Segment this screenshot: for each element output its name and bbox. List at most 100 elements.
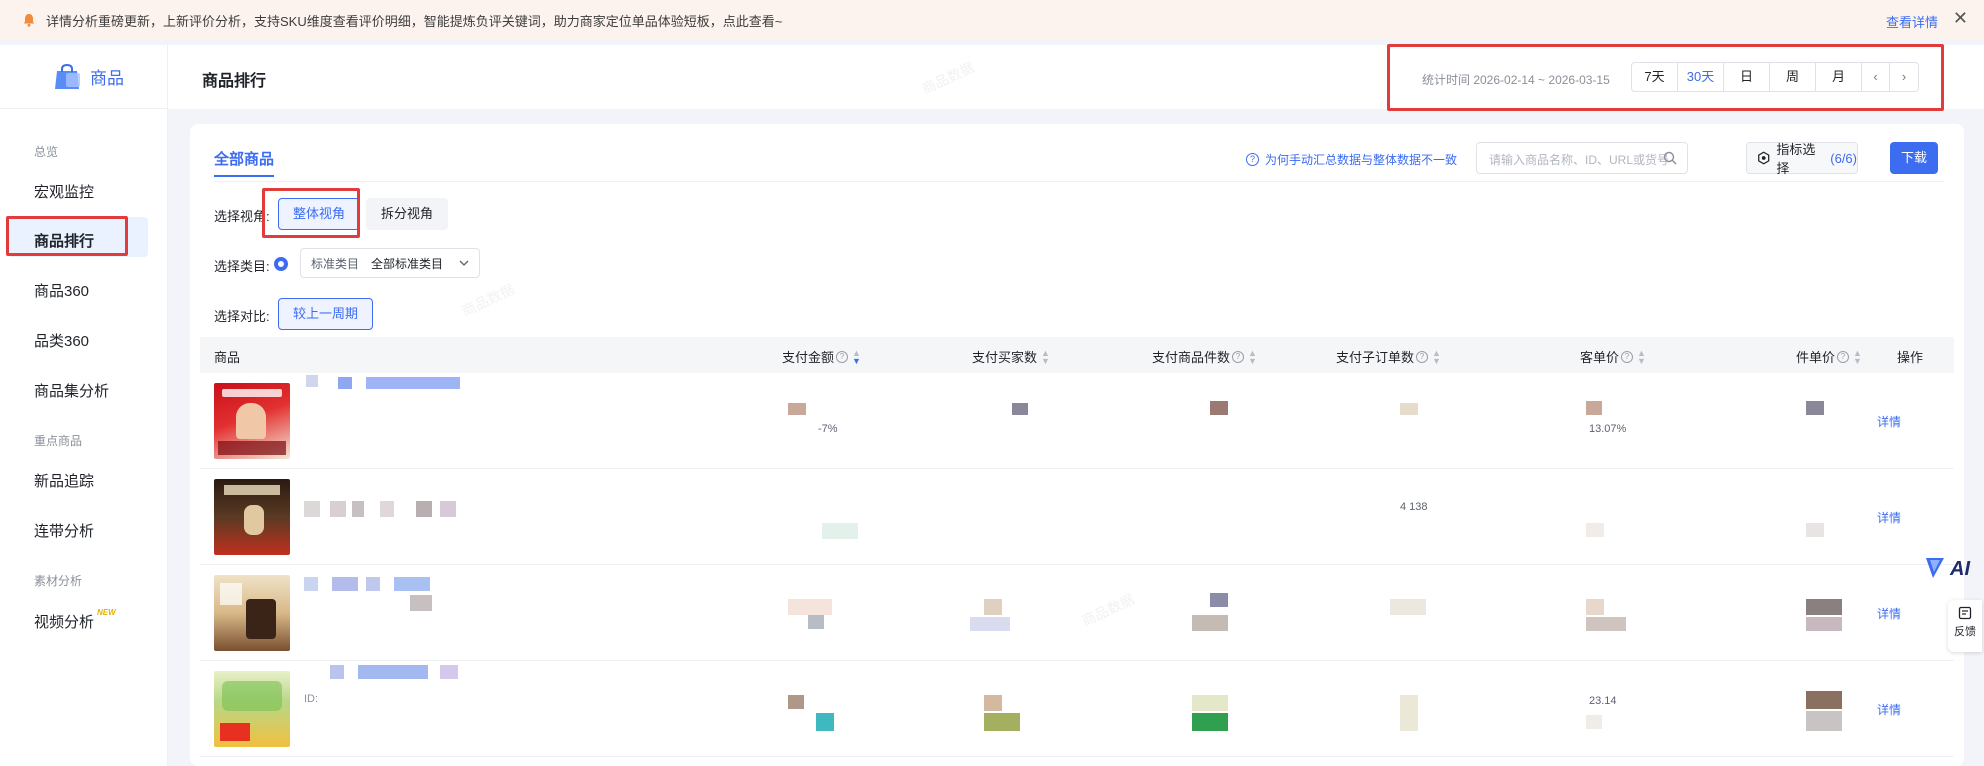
sort-icon: ▲ ▼ xyxy=(852,347,861,366)
sidebar-item-new-product-tracking[interactable]: 新品追踪 xyxy=(34,470,94,491)
nav-group-material: 素材分析 xyxy=(34,574,83,588)
product-thumbnail[interactable] xyxy=(214,383,290,459)
blurred-title xyxy=(380,501,394,517)
blurred-title xyxy=(352,501,364,517)
blurred-value xyxy=(984,713,1020,731)
category-label: 选择类目: xyxy=(214,259,270,274)
ai-assistant-button[interactable]: AI xyxy=(1924,552,1976,596)
blurred-title xyxy=(338,377,352,389)
search-icon[interactable] xyxy=(1663,151,1677,165)
product-thumbnail[interactable] xyxy=(214,479,290,555)
value-fragment: 4 138 xyxy=(1400,501,1428,513)
blurred-title xyxy=(358,665,428,679)
product-thumbnail[interactable] xyxy=(214,575,290,651)
col-items[interactable]: 支付商品件数? ▲ ▼ xyxy=(1152,347,1257,366)
search-placeholder: 请输入商品名称、ID、URL或货号 xyxy=(1489,153,1670,167)
blurred-value xyxy=(1012,403,1028,415)
blurred-value xyxy=(1586,401,1602,415)
metric-select-button[interactable]: 指标选择 (6/6) xyxy=(1746,142,1858,176)
col-pay-amount[interactable]: 支付金额? ▲ ▼ xyxy=(782,347,861,366)
metric-label: 指标选择 xyxy=(1776,142,1816,176)
blurred-title xyxy=(330,665,344,679)
blurred-value xyxy=(1400,695,1418,731)
details-link[interactable]: 详情 xyxy=(1877,605,1901,622)
notice-details-link[interactable]: 查看详情 xyxy=(1886,12,1938,31)
blurred-value xyxy=(1806,617,1842,631)
close-icon[interactable]: ✕ xyxy=(1953,9,1968,27)
notice-bar[interactable]: 详情分析重磅更新，上新评价分析，支持SKU维度查看评价明细，智能提炼负评关键词，… xyxy=(0,0,1984,40)
blurred-value xyxy=(984,599,1002,615)
sidebar-item-category-360[interactable]: 品类360 xyxy=(34,330,89,351)
col-avg-order[interactable]: 客单价? ▲ ▼ xyxy=(1580,347,1646,366)
blurred-value xyxy=(1210,401,1228,415)
blurred-value xyxy=(788,599,832,615)
blurred-value xyxy=(1586,599,1604,615)
annotation-box xyxy=(6,216,128,256)
feedback-button[interactable]: 反馈 xyxy=(1948,600,1982,652)
question-icon: ? xyxy=(1246,153,1259,166)
edit-icon xyxy=(1958,606,1972,620)
annotation-box xyxy=(262,188,360,238)
table-row[interactable]: -7% 13.07% 详情 xyxy=(200,373,1954,469)
table-header: 商品 支付金额? ▲ ▼ 支付买家数 ▲ ▼ 支付商品件数? ▲ ▼ 支付子订单数? ▲ ▼ 客… xyxy=(200,337,1954,373)
blurred-value xyxy=(1806,711,1842,731)
sidebar-brand: 商品 xyxy=(0,45,167,109)
sort-icon: ▲ ▼ xyxy=(1041,347,1050,366)
category-select[interactable]: 标准类目 全部标准类目 xyxy=(300,248,480,278)
table-row[interactable]: 详情 xyxy=(200,565,1954,661)
blurred-title xyxy=(366,377,460,389)
ai-icon xyxy=(1926,558,1944,578)
download-button[interactable]: 下载 xyxy=(1890,142,1938,174)
change-fragment: -7% xyxy=(818,423,838,435)
details-link[interactable]: 详情 xyxy=(1877,413,1901,430)
blurred-value xyxy=(1586,523,1604,537)
sidebar: 商品 总览 宏观监控 商品排行 商品360 品类360 商品集分析 重点商品 新… xyxy=(0,45,168,766)
blurred-value xyxy=(816,713,834,731)
value-fragment: 23.14 xyxy=(1589,695,1617,707)
details-link[interactable]: 详情 xyxy=(1877,701,1901,718)
product-thumbnail[interactable] xyxy=(214,671,290,747)
sidebar-item-product-set-analysis[interactable]: 商品集分析 xyxy=(34,380,109,401)
product-search-input[interactable]: 请输入商品名称、ID、URL或货号 xyxy=(1476,142,1688,174)
sidebar-item-macro-monitor[interactable]: 宏观监控 xyxy=(34,181,94,202)
blurred-value xyxy=(1806,523,1824,537)
metric-count: (6/6) xyxy=(1830,150,1857,166)
col-unit-price[interactable]: 件单价? ▲ ▼ xyxy=(1796,347,1862,366)
col-buyers[interactable]: 支付买家数 ▲ ▼ xyxy=(972,347,1050,366)
sidebar-item-bundle-analysis[interactable]: 连带分析 xyxy=(34,520,94,541)
info-icon: ? xyxy=(836,350,849,363)
table-row[interactable]: 4 138 详情 xyxy=(200,469,1954,565)
blurred-title xyxy=(332,577,358,591)
blurred-value xyxy=(984,695,1002,711)
page-title: 商品排行 xyxy=(202,73,267,90)
settings-icon xyxy=(1758,151,1770,165)
details-link[interactable]: 详情 xyxy=(1877,509,1901,526)
col-sub-orders[interactable]: 支付子订单数? ▲ ▼ xyxy=(1336,347,1441,366)
info-icon: ? xyxy=(1416,350,1429,363)
sidebar-item-video-analysis[interactable]: 视频分析 xyxy=(34,611,94,632)
blurred-title xyxy=(440,501,456,517)
chevron-down-icon xyxy=(459,260,469,266)
table-row[interactable]: ID: 23.14 详情 xyxy=(200,661,1954,757)
blurred-title xyxy=(304,577,318,591)
blurred-value xyxy=(1806,599,1842,615)
sidebar-item-product-360[interactable]: 商品360 xyxy=(34,280,89,301)
tab-all-products[interactable]: 全部商品 xyxy=(214,148,275,177)
compare-label: 选择对比: xyxy=(214,309,270,324)
blurred-value xyxy=(1192,615,1228,631)
view-split-button[interactable]: 拆分视角 xyxy=(366,198,449,230)
blurred-value xyxy=(1586,617,1626,631)
help-text: 为何手动汇总数据与整体数据不一致 xyxy=(1265,153,1458,167)
blurred-title xyxy=(330,501,346,517)
blurred-title xyxy=(394,577,430,591)
category-value: 全部标准类目 xyxy=(371,256,444,271)
blurred-title xyxy=(416,501,432,517)
blurred-value xyxy=(1192,713,1228,731)
blurred-value xyxy=(1806,691,1842,709)
category-radio[interactable] xyxy=(274,257,288,271)
sort-icon: ▲ ▼ xyxy=(1248,347,1257,366)
blurred-value xyxy=(1210,593,1228,607)
sort-icon: ▲ ▼ xyxy=(1853,347,1862,366)
help-link[interactable]: ? 为何手动汇总数据与整体数据不一致 xyxy=(1246,151,1457,168)
compare-period-button[interactable]: 较上一周期 xyxy=(278,298,374,330)
